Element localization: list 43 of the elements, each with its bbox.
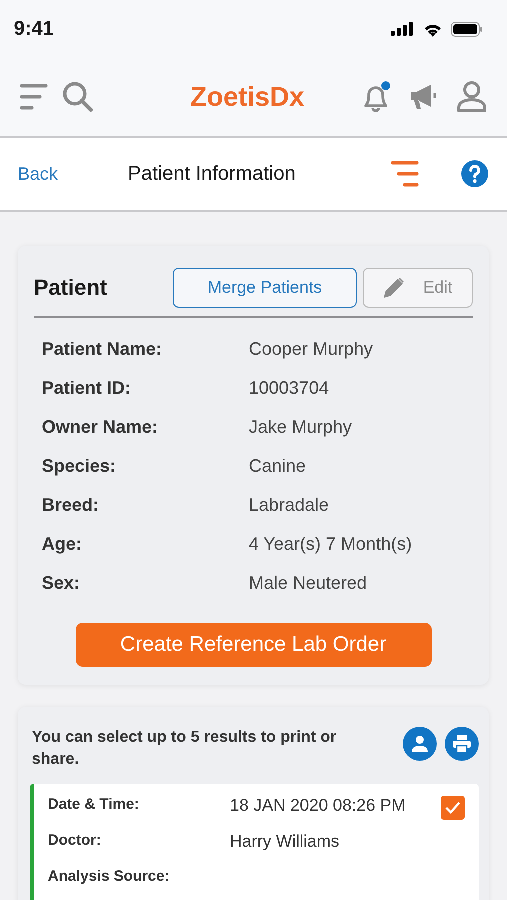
field-label: Species:	[42, 456, 118, 477]
megaphone-icon[interactable]	[409, 83, 439, 111]
user-icon[interactable]	[457, 81, 487, 113]
field-label: Patient ID:	[42, 378, 132, 399]
create-order-button[interactable]: Create Reference Lab Order	[76, 623, 432, 667]
field-label: Age:	[42, 534, 83, 555]
signal-icon	[391, 22, 415, 36]
merge-button[interactable]: Merge Patients	[173, 268, 357, 308]
page-title: Patient Information	[128, 162, 297, 186]
print-button[interactable]	[445, 727, 479, 761]
instructions-text: You can select up to 5 results to print or share.	[32, 728, 338, 770]
field-value: Canine	[249, 456, 306, 477]
field-label: Breed:	[42, 495, 100, 516]
printer-icon	[452, 735, 472, 753]
share-button[interactable]	[403, 727, 437, 761]
field-value: Cooper Murphy	[249, 339, 374, 360]
status-time: 9:41	[14, 18, 54, 40]
field-value: Labradale	[249, 495, 330, 516]
person-icon	[411, 735, 429, 753]
result-value: 18 JAN 2020 08:26 PM	[230, 796, 407, 816]
search-icon[interactable]	[62, 81, 94, 113]
result-label: Doctor:	[48, 832, 102, 849]
checkbox[interactable]	[441, 796, 465, 820]
result-label: Date & Time:	[48, 796, 140, 813]
check-icon	[445, 800, 461, 815]
back-button[interactable]: Back	[18, 164, 128, 184]
field-label: Patient Name:	[42, 339, 164, 360]
brand-logo: ZoetisDx	[189, 82, 306, 112]
field-value: Male Neutered	[249, 573, 368, 594]
result-value: Harry Williams	[230, 832, 341, 852]
result-card[interactable]: Date & Time: 18 JAN 2020 08:26 PM Doctor: Harry Williams Analysis Source:	[30, 784, 479, 900]
battery-icon	[451, 22, 483, 36]
menu-icon[interactable]	[20, 83, 50, 111]
filter-icon[interactable]	[391, 160, 419, 188]
field-label: Owner Name:	[42, 417, 160, 438]
result-label: Analysis Source:	[48, 868, 171, 885]
field-label: Sex:	[42, 573, 82, 594]
card-title: Patient	[34, 275, 108, 301]
field-value: Jake Murphy	[249, 417, 352, 438]
field-value: 10003704	[249, 378, 330, 399]
pencil-icon	[383, 277, 406, 299]
help-icon[interactable]	[461, 160, 489, 188]
field-value: 4 Year(s) 7 Month(s)	[249, 534, 412, 555]
